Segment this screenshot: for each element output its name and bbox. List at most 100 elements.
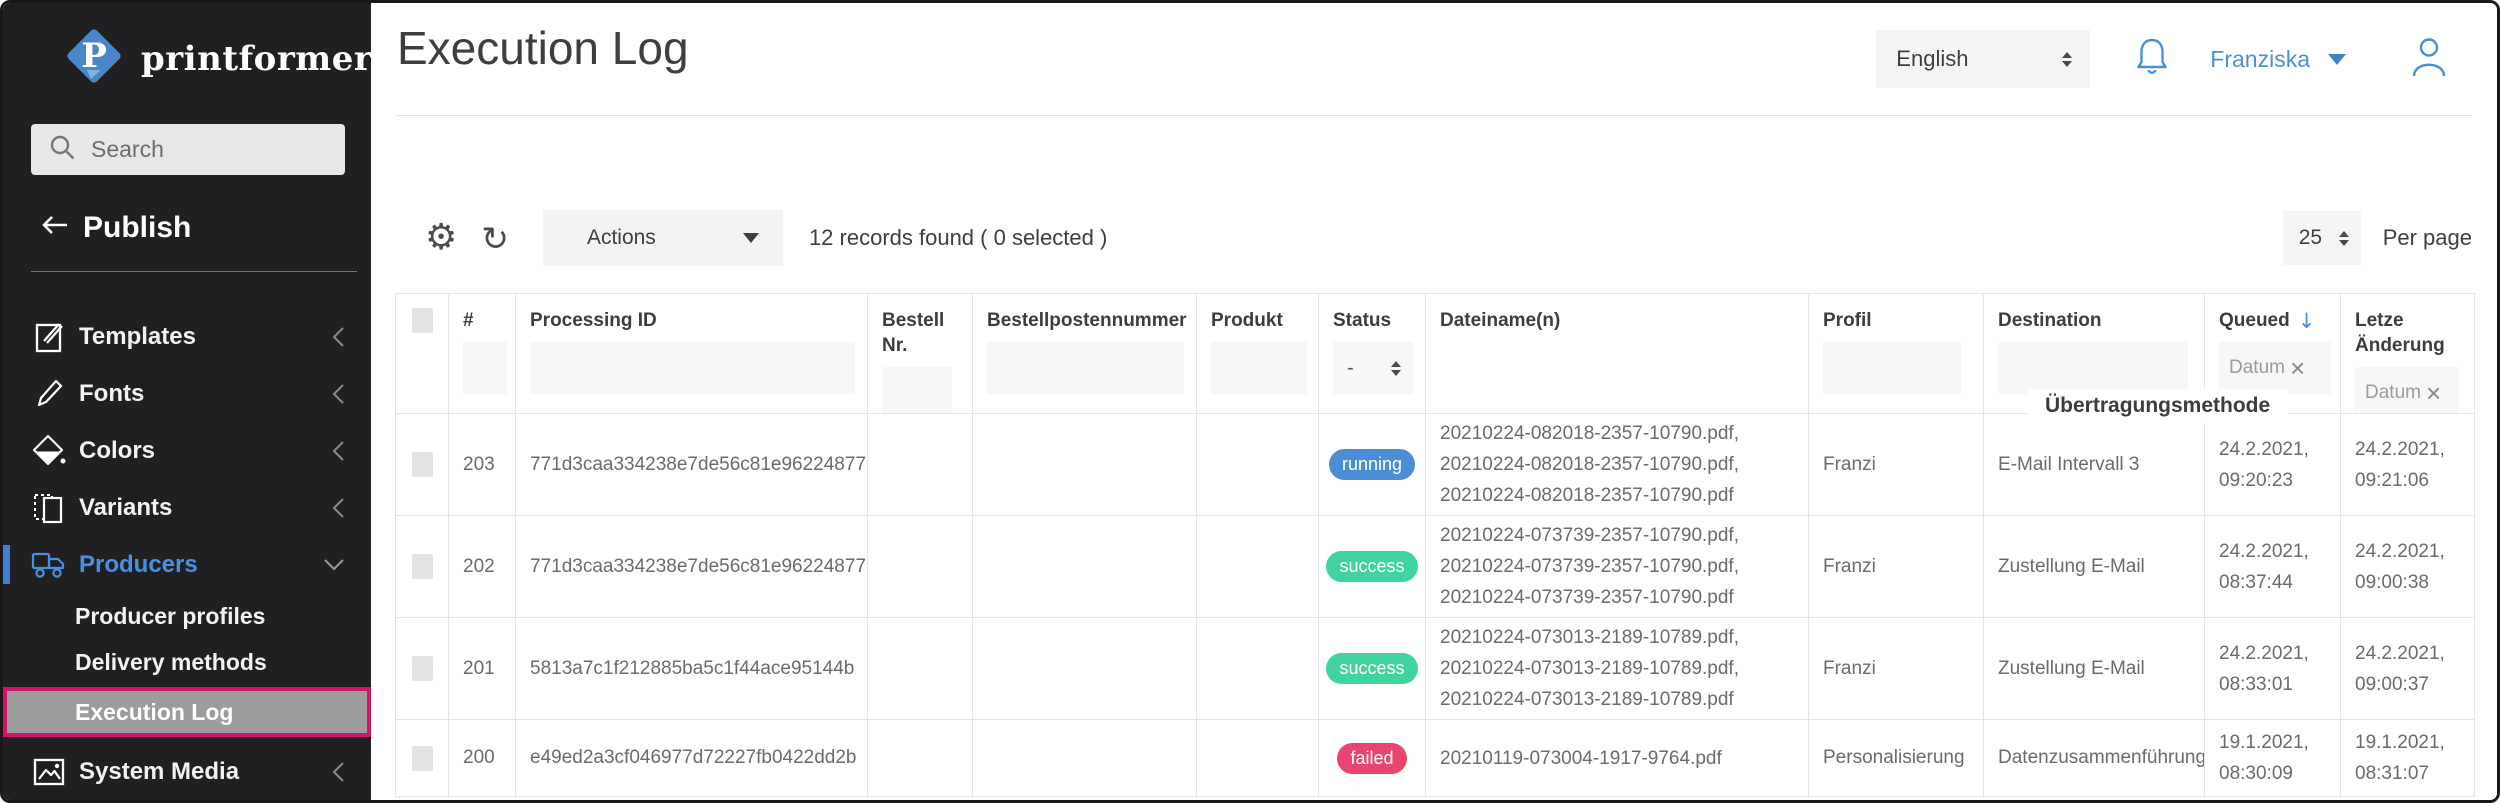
profil-cell: Franzi (1809, 414, 1984, 516)
main-content: Execution Log English Franziska (371, 3, 2497, 800)
status-badge: success (1326, 551, 1417, 582)
filenames-cell: 20210119-073004-1917-9764.pdf (1426, 720, 1809, 796)
profile-button[interactable] (2410, 36, 2448, 83)
sidebar-item-system-media[interactable]: System Media (3, 743, 371, 800)
bestellpostennummer (973, 720, 1197, 796)
changed-cell: 24.2.2021,09:00:38 (2341, 516, 2474, 618)
profil-cell: Personalisierung (1809, 720, 1984, 796)
select-all-checkbox[interactable] (412, 308, 433, 333)
chevron-down-icon (323, 558, 345, 571)
status-filter-select[interactable]: - (1333, 342, 1413, 394)
sidebar-item-producer-profiles[interactable]: Producer profiles (3, 593, 371, 639)
changed-cell: 24.2.2021,09:21:06 (2341, 414, 2474, 516)
chevron-left-icon (332, 383, 345, 405)
processing-id: 771d3caa334238e7de56c81e96224877 (516, 414, 868, 516)
logo[interactable]: P printformer (61, 23, 371, 94)
sidebar-item-colors[interactable]: Colors (3, 422, 371, 479)
templates-icon (31, 320, 67, 354)
clear-filter-icon[interactable]: × (2290, 355, 2305, 381)
row-checkbox[interactable] (412, 746, 433, 771)
chevron-left-icon (332, 497, 345, 519)
bestellpostennummer (973, 516, 1197, 618)
truck-icon (31, 551, 67, 579)
sidebar-nav: Templates Fonts (3, 308, 371, 800)
bell-icon (2134, 36, 2170, 83)
letze-date-filter[interactable]: Datum × (2355, 367, 2459, 414)
header-bestell-nr: Bestell Nr. (868, 294, 973, 414)
search-input[interactable] (89, 135, 389, 164)
changed-cell: 19.1.2021,08:31:07 (2341, 720, 2474, 796)
header-status: Status - (1319, 294, 1426, 414)
back-arrow-icon (39, 211, 69, 245)
variants-pages-icon (31, 491, 67, 525)
back-to-publish[interactable]: Publish (39, 211, 371, 245)
language-value: English (1896, 46, 1968, 72)
header-bestellpostennummer: Bestellpostennummer (973, 294, 1197, 414)
queued-date-filter[interactable]: Datum × (2219, 342, 2331, 394)
queued-cell: 24.2.2021,08:37:44 (2205, 516, 2341, 618)
select-arrows-icon (2062, 52, 2072, 67)
per-page-label: Per page (2383, 225, 2472, 251)
filenames-cell: 20210224-073013-2189-10789.pdf,20210224-… (1426, 618, 1809, 720)
row-checkbox[interactable] (412, 656, 433, 681)
user-caret-icon[interactable] (2328, 54, 2346, 65)
per-page-select[interactable]: 25 (2283, 211, 2361, 265)
records-count: 12 records found ( 0 selected ) (809, 225, 1107, 251)
sidebar-item-delivery-methods[interactable]: Delivery methods (3, 639, 371, 685)
chevron-left-icon (332, 440, 345, 462)
topbar-right: English Franziska (1876, 29, 2448, 89)
actions-dropdown[interactable]: Actions (543, 210, 783, 266)
header-select-all (396, 294, 449, 414)
queued-cell: 19.1.2021,08:30:09 (2205, 720, 2341, 796)
printformer-logo-icon: P (61, 23, 127, 94)
sidebar-item-execution-log[interactable]: Execution Log (3, 687, 371, 737)
bestellpostennummer-filter-input[interactable] (987, 342, 1184, 394)
sidebar-item-producers[interactable]: Producers (3, 536, 371, 593)
settings-gear-button[interactable]: ⚙ (425, 220, 457, 256)
sort-desc-icon[interactable]: ↓ (2298, 309, 2316, 333)
destination-filter-input[interactable] (1998, 342, 2188, 394)
row-checkbox[interactable] (412, 554, 433, 579)
destination-cell: Zustellung E-Mail (1984, 516, 2205, 618)
header-num: # (449, 294, 516, 414)
sidebar-item-fonts[interactable]: Fonts (3, 365, 371, 422)
actions-label: Actions (587, 226, 656, 250)
dropdown-caret-icon (743, 233, 759, 243)
status-badge: success (1326, 653, 1417, 684)
destination-cell: Datenzusammenführung (1984, 720, 2205, 796)
clear-filter-icon[interactable]: × (2426, 380, 2441, 406)
num-filter-input[interactable] (463, 342, 507, 394)
refresh-button[interactable]: ↻ (481, 222, 509, 255)
profil-cell: Franzi (1809, 516, 1984, 618)
sidebar-search[interactable] (31, 124, 345, 175)
table-row-cell (396, 414, 449, 516)
profil-filter-input[interactable] (1823, 342, 1961, 394)
processing-id: 5813a7c1f212885ba5c1f44ace95144b (516, 618, 868, 720)
produkt-filter-input[interactable] (1211, 342, 1307, 394)
status-badge: running (1329, 449, 1415, 480)
sidebar-divider (31, 271, 357, 272)
language-select[interactable]: English (1876, 30, 2090, 88)
bestell-nr-filter-input[interactable] (882, 367, 952, 414)
status-cell: success (1319, 618, 1426, 720)
sidebar-item-variants[interactable]: Variants (3, 479, 371, 536)
bestellpostennummer (973, 414, 1197, 516)
publish-label: Publish (83, 211, 191, 245)
processing-id: 771d3caa334238e7de56c81e96224877 (516, 516, 868, 618)
row-checkbox[interactable] (412, 452, 433, 477)
row-number: 200 (449, 720, 516, 796)
filenames-cell: 20210224-082018-2357-10790.pdf,20210224-… (1426, 414, 1809, 516)
title-divider (397, 115, 2472, 116)
sidebar: P printformer Publish (3, 3, 371, 800)
filenames-cell: 20210224-073739-2357-10790.pdf,20210224-… (1426, 516, 1809, 618)
status-badge: failed (1337, 743, 1406, 774)
svg-text:P: P (81, 36, 107, 76)
sidebar-item-templates[interactable]: Templates (3, 308, 371, 365)
chevron-left-icon (332, 326, 345, 348)
notifications-button[interactable] (2134, 36, 2170, 83)
image-icon (31, 755, 67, 789)
person-icon (2410, 36, 2448, 83)
processing-id-filter-input[interactable] (530, 342, 855, 394)
user-menu[interactable]: Franziska (2210, 46, 2310, 73)
row-number: 202 (449, 516, 516, 618)
